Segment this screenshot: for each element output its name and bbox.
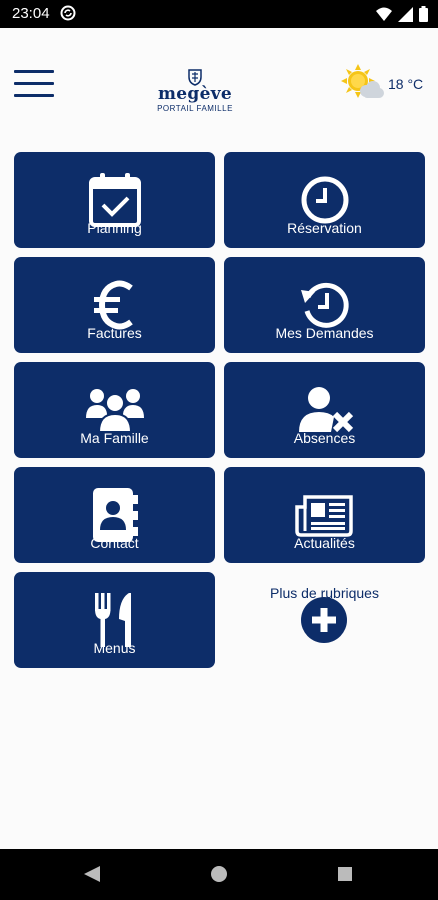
tile-label: Actualités xyxy=(294,535,355,551)
tile-menus[interactable]: Menus xyxy=(14,572,215,668)
tile-actualites[interactable]: Actualités xyxy=(224,467,425,563)
tile-label: Absences xyxy=(293,430,356,446)
tile-label: Réservation xyxy=(287,220,362,236)
recent-apps-icon[interactable] xyxy=(338,867,352,881)
app-header: megève PORTAIL FAMILLE 18 °C xyxy=(0,28,438,138)
tile-planning[interactable]: Planning xyxy=(14,152,215,248)
weather-widget: 18 °C xyxy=(340,64,435,104)
home-icon[interactable] xyxy=(211,866,227,882)
logo-subtitle: PORTAIL FAMILLE xyxy=(157,104,233,113)
logo-name: megève xyxy=(157,84,232,104)
status-time: 23:04 xyxy=(12,5,50,22)
temperature: 18 °C xyxy=(388,76,424,92)
sync-icon xyxy=(60,5,76,26)
tile-ma-famille[interactable]: Ma Famille xyxy=(14,362,215,458)
tile-label: Ma Famille xyxy=(80,430,149,446)
tile-reservation[interactable]: Réservation xyxy=(224,152,425,248)
tile-mes-demandes[interactable]: Mes Demandes xyxy=(224,257,425,353)
signal-icon xyxy=(398,6,413,22)
back-icon[interactable] xyxy=(84,866,100,882)
tile-label: Menus xyxy=(93,640,136,656)
hamburger-menu-button[interactable] xyxy=(14,70,54,100)
tile-label: Contact xyxy=(90,535,139,551)
partly-cloudy-icon xyxy=(341,64,384,98)
more-sections-button[interactable]: Plus de rubriques xyxy=(224,572,425,668)
status-icons xyxy=(376,6,428,22)
battery-icon xyxy=(419,6,428,22)
tile-factures[interactable]: Factures xyxy=(14,257,215,353)
system-navigation-bar xyxy=(0,849,438,900)
wifi-icon xyxy=(376,7,392,21)
tile-contact[interactable]: Contact xyxy=(14,467,215,563)
tile-label: Mes Demandes xyxy=(275,325,374,341)
tile-label: Planning xyxy=(87,220,142,236)
megeve-logo: megève PORTAIL FAMILLE xyxy=(145,68,245,113)
tile-label: Factures xyxy=(87,325,142,341)
plus-circle-icon xyxy=(301,597,347,643)
status-bar: 23:04 xyxy=(0,0,438,28)
tile-absences[interactable]: Absences xyxy=(224,362,425,458)
